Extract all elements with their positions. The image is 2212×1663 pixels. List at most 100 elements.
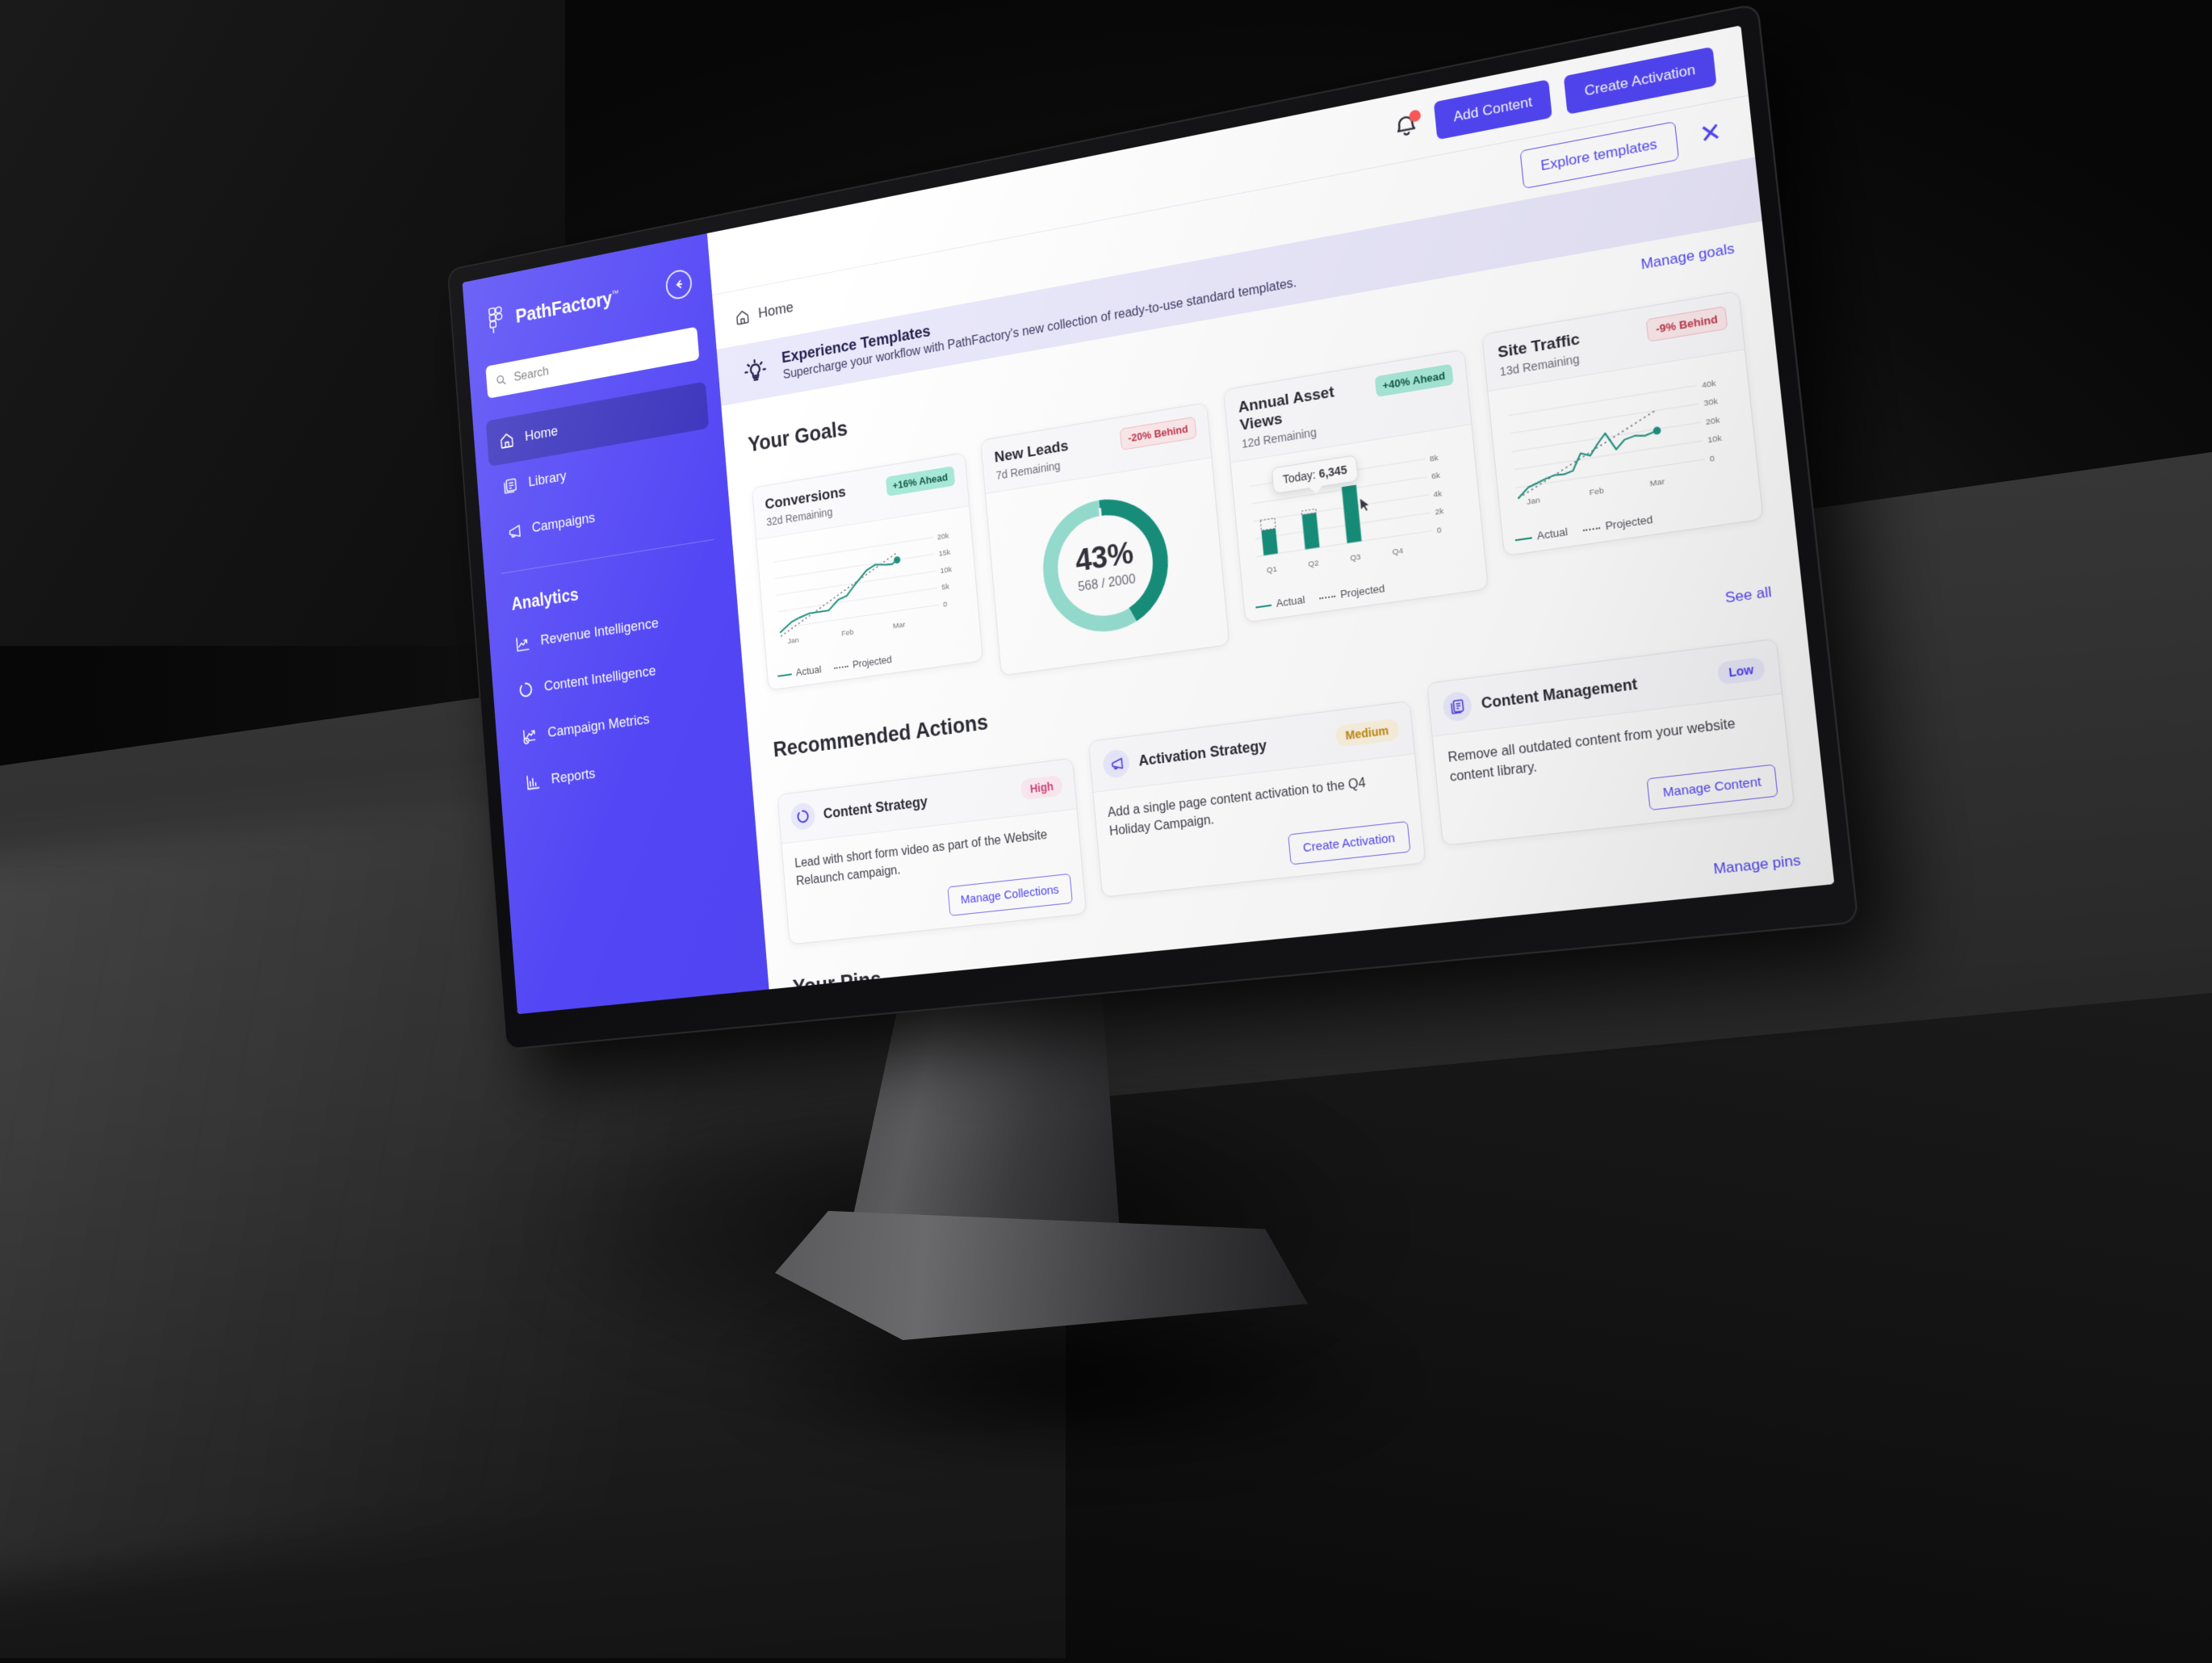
svg-text:20k: 20k (1705, 416, 1720, 428)
manage-pins-link[interactable]: Manage pins (1712, 852, 1801, 879)
recommended-card-content-strategy[interactable]: Content Strategy High Lead with short fo… (777, 758, 1087, 945)
sidebar-item-label: Library (528, 468, 568, 491)
svg-text:15k: 15k (938, 548, 951, 559)
svg-text:Q1: Q1 (1266, 564, 1277, 575)
bar-chart-icon (525, 772, 542, 792)
pin-name: Quarterly Engagement (1509, 930, 1677, 964)
library-icon (502, 475, 519, 496)
status-badge: +16% Ahead (886, 466, 956, 496)
brand-name: PathFactory™ (515, 285, 620, 328)
new-leads-donut-chart: 43% 568 / 2000 (1031, 483, 1181, 647)
analytics-nav: Revenue Intelligence Content Intelligenc… (488, 588, 752, 809)
manage-content-button[interactable]: Manage Content (1647, 764, 1778, 811)
see-all-link[interactable]: See all (1724, 584, 1773, 607)
svg-text:Feb: Feb (1589, 486, 1604, 498)
arrow-left-icon (672, 277, 685, 293)
svg-text:Jan: Jan (787, 636, 799, 647)
card-title: Content Management (1481, 666, 1709, 712)
megaphone-icon (1102, 748, 1130, 779)
brand-logo: PathFactory™ (484, 282, 620, 337)
svg-text:20k: 20k (937, 531, 950, 542)
document-icon (1442, 690, 1473, 723)
trademark-mark: ™ (611, 289, 619, 300)
monitor-bezel: PathFactory™ (447, 2, 1859, 1049)
pin-more-options-icon[interactable] (1786, 919, 1794, 942)
add-content-button[interactable]: Add Content (1434, 79, 1553, 140)
svg-text:0: 0 (943, 600, 948, 609)
pin-text: Quarterly Engagement Report (1509, 930, 1679, 980)
sidebar-item-label: Reports (551, 765, 596, 788)
goal-card-conversions[interactable]: Conversions 32d Remaining +16% Ahead (752, 452, 983, 691)
sidebar-item-label: Revenue Intelligence (540, 615, 660, 649)
legend-actual: Actual (1514, 525, 1569, 545)
svg-text:10k: 10k (940, 565, 953, 576)
priority-badge: Low (1717, 657, 1766, 685)
create-activation-button[interactable]: Create Activation (1564, 47, 1716, 115)
create-activation-button[interactable]: Create Activation (1288, 821, 1410, 865)
goal-chart-area: 43% 568 / 2000 (986, 458, 1229, 675)
manage-collections-button[interactable]: Manage Collections (947, 873, 1073, 916)
status-badge: +40% Ahead (1374, 364, 1453, 397)
search-icon (495, 372, 506, 387)
pin-card-coca-cola[interactable]: Coca Cola Account (1111, 955, 1441, 989)
tooltip-value: 6,345 (1318, 463, 1347, 480)
metrics-clock-icon (521, 726, 538, 746)
pin-name: Coca Cola (1163, 989, 1234, 990)
recommended-card-activation-strategy[interactable]: Activation Strategy Medium Add a single … (1088, 701, 1426, 898)
svg-text:4k: 4k (1433, 489, 1443, 500)
svg-text:2k: 2k (1435, 507, 1444, 517)
lightbulb-idea-icon (741, 354, 769, 388)
primary-nav: Home Library (473, 379, 731, 559)
card-title: Activation Strategy (1138, 729, 1327, 769)
home-icon (498, 430, 515, 450)
svg-text:10k: 10k (1707, 434, 1723, 446)
legend-projected: Projected (1582, 513, 1653, 535)
site-traffic-line-chart: 40k30k 20k10k0 JanFebMar (1501, 362, 1747, 526)
svg-text:Jan: Jan (1527, 496, 1541, 507)
svg-text:5k: 5k (941, 583, 950, 593)
svg-text:6k: 6k (1431, 471, 1441, 482)
trending-up-icon (514, 634, 531, 654)
sidebar-item-label: Content Intelligence (543, 663, 656, 695)
monitor: PathFactory™ (447, 2, 1859, 1049)
breadcrumb-label: Home (757, 300, 794, 323)
clipboard-check-icon (1467, 949, 1500, 982)
collapse-sidebar-button[interactable] (665, 268, 693, 301)
sidebar-item-label: Campaigns (531, 510, 596, 537)
priority-badge: Medium (1334, 718, 1399, 748)
svg-text:0: 0 (1709, 454, 1715, 464)
status-badge: -9% Behind (1646, 306, 1728, 342)
breadcrumb[interactable]: Home (734, 300, 794, 327)
pin-more-options-icon[interactable] (1417, 971, 1424, 990)
status-badge: -20% Behind (1120, 417, 1197, 450)
notifications-button[interactable] (1392, 110, 1422, 143)
pin-text: Coca Cola Account (1163, 989, 1235, 990)
svg-text:8k: 8k (1429, 453, 1439, 463)
svg-text:Feb: Feb (841, 628, 854, 639)
close-icon[interactable]: ✕ (1699, 119, 1724, 149)
svg-text:40k: 40k (1701, 379, 1716, 391)
goal-card-site-traffic[interactable]: Site Traffic 13d Remaining -9% Behind (1481, 291, 1764, 556)
legend-projected: Projected (834, 653, 893, 672)
legend-actual: Actual (1255, 593, 1306, 613)
card-title: Content Strategy (823, 783, 1013, 823)
priority-badge: High (1020, 774, 1063, 800)
donut-center-labels: 43% 568 / 2000 (1031, 483, 1181, 647)
goal-chart-area: 20k15k 10k5k0 JanFebMar (756, 506, 982, 689)
legend-actual: Actual (777, 663, 822, 681)
sidebar-item-label: Campaign Metrics (547, 711, 651, 742)
megaphone-icon (505, 522, 522, 542)
pin-type: Report (1511, 950, 1679, 980)
home-icon (734, 308, 750, 327)
conversions-line-chart: 20k15k 10k5k0 JanFebMar (767, 517, 970, 663)
goal-card-annual-asset-views[interactable]: Annual Asset Views 12d Remaining +40% Ah… (1223, 349, 1489, 622)
screen: PathFactory™ (463, 25, 1835, 1014)
svg-text:0: 0 (1436, 526, 1442, 536)
search-input[interactable] (512, 337, 689, 386)
scene-background: PathFactory™ (0, 0, 2212, 1658)
sidebar-header: PathFactory™ (464, 263, 712, 341)
goal-card-new-leads[interactable]: New Leads 7d Remaining -20% Behind (980, 402, 1230, 676)
circle-arc-icon (790, 802, 815, 831)
notification-badge (1409, 109, 1422, 123)
svg-text:Q4: Q4 (1392, 547, 1404, 558)
